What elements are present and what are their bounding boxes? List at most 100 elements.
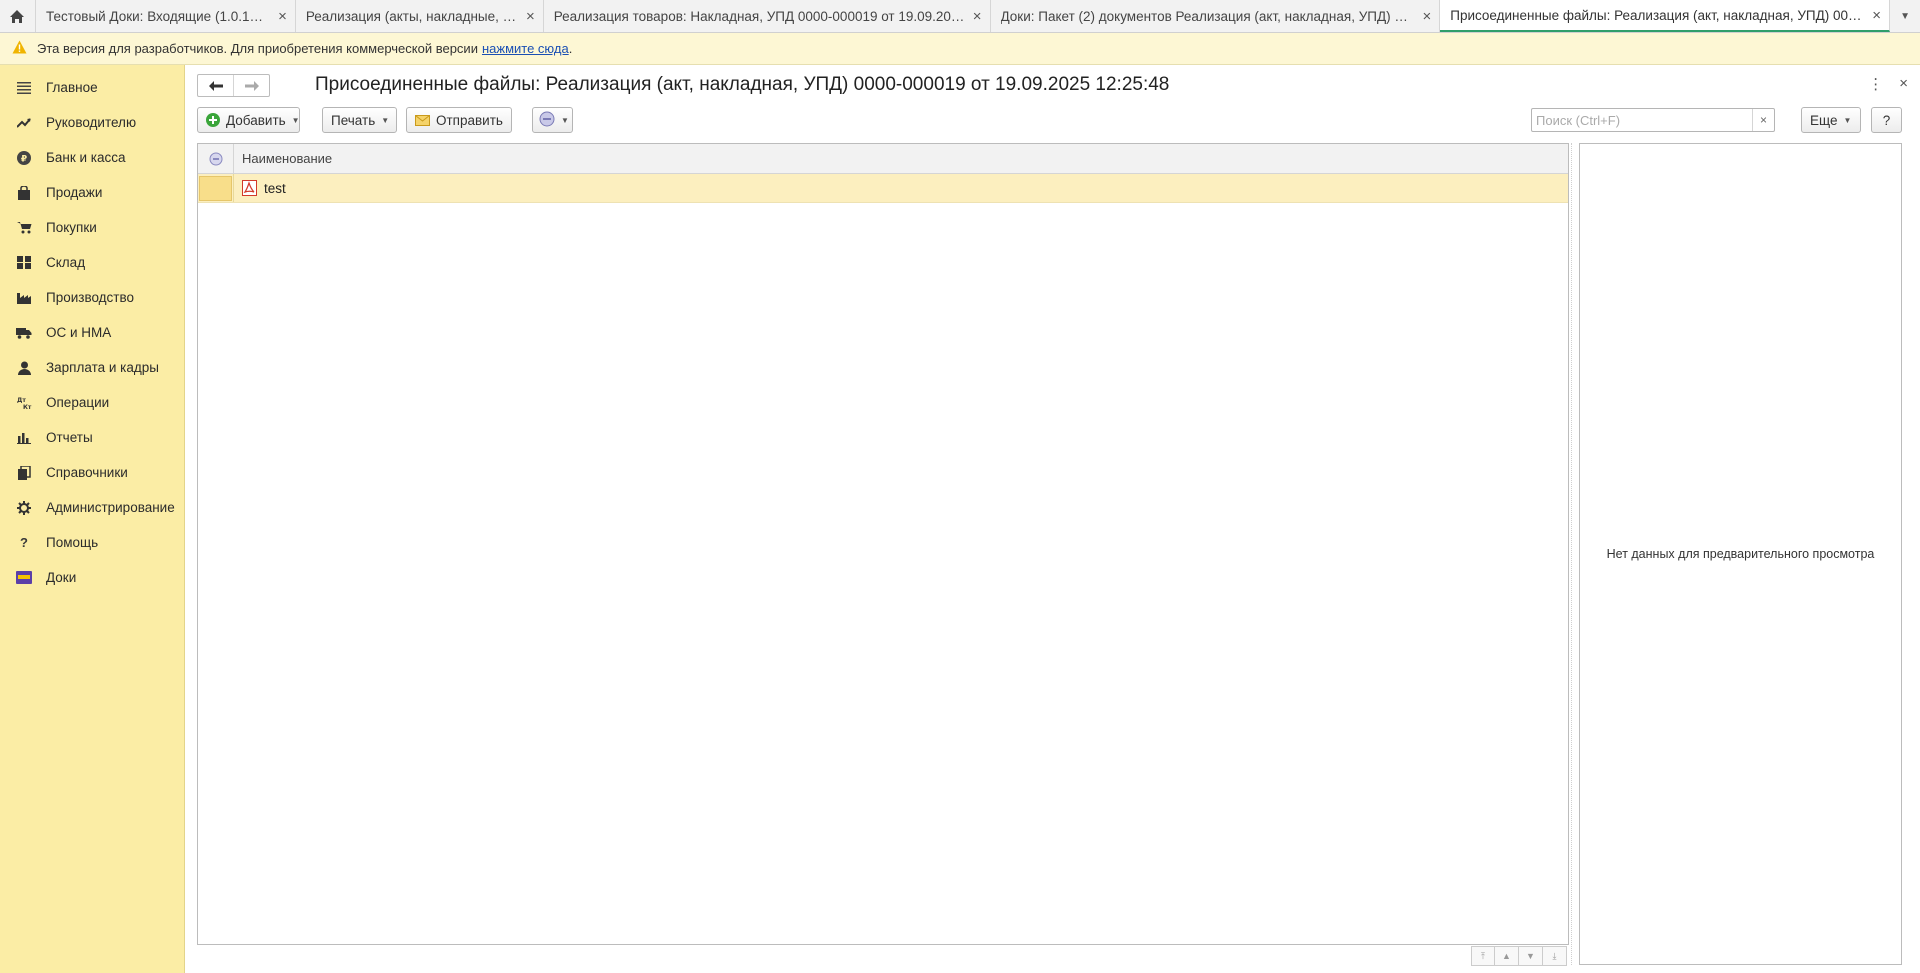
- sidebar: Главное Руководителю ₽ Банк и касса Прод…: [0, 65, 185, 973]
- sidebar-item-doki[interactable]: Доки: [0, 560, 184, 595]
- sidebar-item-admin[interactable]: Администрирование: [0, 490, 184, 525]
- forward-button[interactable]: [233, 75, 269, 96]
- status-column-icon[interactable]: [198, 144, 234, 173]
- files-table: Наименование test: [197, 143, 1569, 945]
- trend-icon: [16, 115, 32, 131]
- tab-attached-files[interactable]: Присоединенные файлы: Реализация (акт, н…: [1440, 0, 1891, 32]
- sidebar-item-production[interactable]: Производство: [0, 280, 184, 315]
- plus-circle-icon: [206, 113, 220, 127]
- tab-close-icon[interactable]: ×: [1872, 7, 1881, 24]
- dropdown-caret-icon: ▼: [1843, 115, 1852, 125]
- file-name: test: [264, 180, 286, 196]
- send-button[interactable]: Отправить: [406, 107, 512, 133]
- more-button[interactable]: Еще ▼: [1801, 107, 1861, 133]
- tab-label: Реализация (акты, накладные, УПД): [305, 8, 518, 24]
- ruble-coin-icon: ₽: [16, 150, 32, 166]
- window-controls: ⋮ ×: [1868, 75, 1908, 93]
- preview-pane: Нет данных для предварительного просмотр…: [1579, 143, 1902, 965]
- print-button[interactable]: Печать ▼: [322, 107, 397, 133]
- status-menu-button[interactable]: ▼: [532, 107, 573, 133]
- close-icon[interactable]: ×: [1899, 75, 1908, 93]
- sidebar-item-manager[interactable]: Руководителю: [0, 105, 184, 140]
- sidebar-item-main[interactable]: Главное: [0, 70, 184, 105]
- column-header-name[interactable]: Наименование: [234, 151, 332, 166]
- add-button[interactable]: Добавить ▼: [197, 107, 300, 133]
- table-header: Наименование: [198, 144, 1568, 174]
- tab-label: Тестовый Доки: Входящие (1.0.108.1): [45, 8, 271, 24]
- tab-realization-list[interactable]: Реализация (акты, накладные, УПД) ×: [296, 0, 544, 32]
- sidebar-item-references[interactable]: Справочники: [0, 455, 184, 490]
- warning-icon: [12, 40, 27, 57]
- sidebar-item-label: Продажи: [46, 185, 103, 200]
- sidebar-item-label: Доки: [46, 570, 77, 585]
- tab-realization-doc[interactable]: Реализация товаров: Накладная, УПД 0000-…: [544, 0, 991, 32]
- table-scroll-nav: ⤒ ▲ ▼ ⤓: [1471, 946, 1567, 966]
- sidebar-item-label: Отчеты: [46, 430, 93, 445]
- sidebar-item-warehouse[interactable]: Склад: [0, 245, 184, 280]
- row-name-cell[interactable]: test: [234, 180, 286, 196]
- sidebar-item-operations[interactable]: Дт Кт Операции: [0, 385, 184, 420]
- tab-bar: Тестовый Доки: Входящие (1.0.108.1) × Ре…: [0, 0, 1920, 33]
- more-vertical-icon[interactable]: ⋮: [1868, 75, 1883, 93]
- dropdown-caret-icon: ▼: [291, 115, 300, 125]
- sidebar-item-salary[interactable]: Зарплата и кадры: [0, 350, 184, 385]
- sidebar-item-label: Банк и касса: [46, 150, 126, 165]
- pdf-icon: [242, 180, 257, 196]
- books-icon: [16, 465, 32, 481]
- warehouse-grid-icon: [16, 255, 32, 271]
- tab-label: Присоединенные файлы: Реализация (акт, н…: [1450, 7, 1865, 23]
- sidebar-item-label: Руководителю: [46, 115, 137, 130]
- pane-splitter[interactable]: [1571, 143, 1577, 965]
- tab-label: Доки: Пакет (2) документов Реализация (а…: [1000, 8, 1415, 24]
- back-button[interactable]: [198, 75, 233, 96]
- tab-close-icon[interactable]: ×: [973, 8, 982, 25]
- help-button-label: ?: [1882, 112, 1891, 128]
- gear-icon: [16, 500, 32, 516]
- tab-label: Реализация товаров: Накладная, УПД 0000-…: [553, 8, 965, 24]
- banner-link[interactable]: нажмите сюда: [482, 41, 569, 56]
- banner-suffix: .: [568, 41, 573, 56]
- home-button[interactable]: [0, 0, 36, 32]
- sidebar-item-label: Помощь: [46, 535, 99, 550]
- help-button[interactable]: ?: [1871, 107, 1902, 133]
- banner-text: Эта версия для разработчиков. Для приобр…: [37, 41, 478, 56]
- folder-icon: [16, 570, 32, 586]
- sidebar-item-label: Покупки: [46, 220, 97, 235]
- scroll-up-icon[interactable]: ▲: [1495, 946, 1519, 966]
- sidebar-item-label: Администрирование: [46, 500, 175, 515]
- tab-docs-package[interactable]: Доки: Пакет (2) документов Реализация (а…: [991, 0, 1441, 32]
- print-button-label: Печать: [331, 112, 376, 128]
- page-title: Присоединенные файлы: Реализация (акт, н…: [315, 74, 1170, 95]
- scroll-first-icon[interactable]: ⤒: [1471, 946, 1495, 966]
- factory-icon: [16, 290, 32, 306]
- sidebar-item-help[interactable]: ? Помощь: [0, 525, 184, 560]
- bar-chart-icon: [16, 430, 32, 446]
- svg-text:₽: ₽: [21, 154, 27, 164]
- arrow-right-icon: [244, 80, 259, 91]
- tab-close-icon[interactable]: ×: [526, 8, 535, 25]
- search-input[interactable]: [1532, 109, 1752, 131]
- sidebar-item-bank[interactable]: ₽ Банк и касса: [0, 140, 184, 175]
- person-icon: [16, 360, 32, 376]
- sidebar-item-reports[interactable]: Отчеты: [0, 420, 184, 455]
- tabs-dropdown-icon[interactable]: ▼: [1890, 0, 1920, 32]
- scroll-last-icon[interactable]: ⤓: [1543, 946, 1567, 966]
- tab-close-icon[interactable]: ×: [278, 8, 287, 25]
- developer-banner: Эта версия для разработчиков. Для приобр…: [0, 33, 1920, 65]
- sidebar-item-assets[interactable]: ОС и НМА: [0, 315, 184, 350]
- tab-incoming[interactable]: Тестовый Доки: Входящие (1.0.108.1) ×: [36, 0, 296, 32]
- search-clear-icon[interactable]: ×: [1752, 109, 1774, 131]
- table-row[interactable]: test: [198, 174, 1568, 203]
- sidebar-item-label: Зарплата и кадры: [46, 360, 159, 375]
- main-content: Присоединенные файлы: Реализация (акт, н…: [185, 65, 1920, 973]
- question-icon: ?: [20, 535, 28, 550]
- smiley-circle-icon: [539, 111, 555, 130]
- truck-icon: [16, 325, 32, 341]
- cart-icon: [16, 220, 32, 236]
- scroll-down-icon[interactable]: ▼: [1519, 946, 1543, 966]
- sidebar-item-sales[interactable]: Продажи: [0, 175, 184, 210]
- arrow-left-icon: [208, 80, 223, 91]
- sidebar-item-purchases[interactable]: Покупки: [0, 210, 184, 245]
- history-nav: [197, 74, 270, 97]
- tab-close-icon[interactable]: ×: [1423, 8, 1432, 25]
